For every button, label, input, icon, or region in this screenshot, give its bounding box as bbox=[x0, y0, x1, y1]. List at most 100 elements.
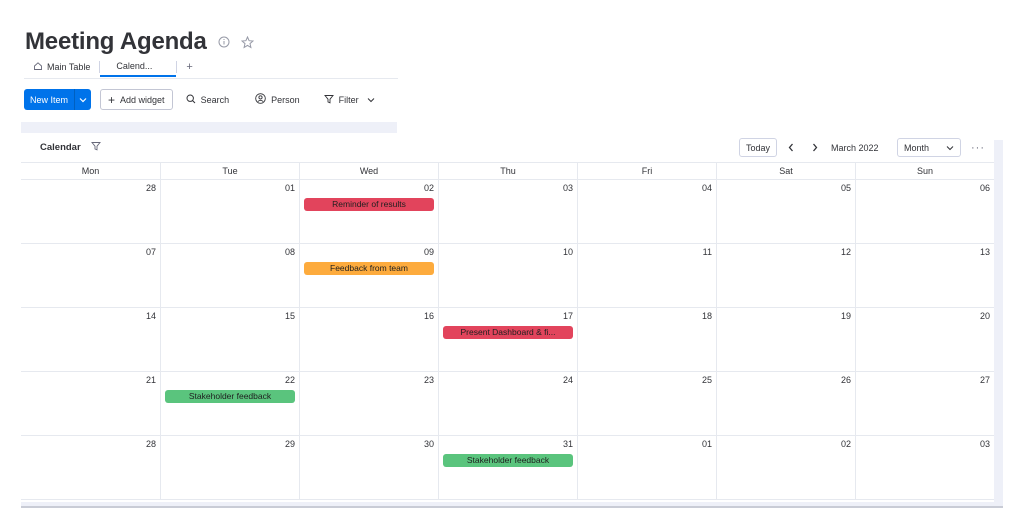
horizontal-scrollbar[interactable] bbox=[21, 502, 1003, 508]
day-number: 03 bbox=[562, 183, 573, 193]
person-label: Person bbox=[271, 94, 300, 105]
calendar-day-cell[interactable]: 04 bbox=[577, 180, 716, 244]
day-number: 06 bbox=[979, 183, 990, 193]
filter-label: Filter bbox=[338, 94, 359, 105]
calendar-day-cell[interactable]: 01 bbox=[577, 436, 716, 500]
day-number: 10 bbox=[562, 247, 573, 257]
calendar-day-cell[interactable]: 14 bbox=[21, 308, 160, 372]
calendar-day-cell[interactable]: 05 bbox=[716, 180, 855, 244]
calendar-day-cell[interactable]: 28 bbox=[21, 436, 160, 500]
calendar-weeks: 28 01 02 Reminder of results 03 04 05 06 07 08 09 F… bbox=[21, 180, 994, 500]
day-number: 14 bbox=[145, 311, 156, 321]
calendar-day-cell[interactable]: 20 bbox=[855, 308, 994, 372]
day-number: 28 bbox=[145, 183, 156, 193]
calendar-day-cell[interactable]: 25 bbox=[577, 372, 716, 436]
day-number: 09 bbox=[423, 247, 434, 257]
calendar-event[interactable]: Present Dashboard & fi... bbox=[443, 326, 573, 339]
weekday-header-row: Mon Tue Wed Thu Fri Sat Sun bbox=[21, 162, 994, 180]
chevron-left-icon[interactable] bbox=[781, 138, 801, 157]
chevron-right-icon[interactable] bbox=[805, 138, 825, 157]
calendar-day-cell[interactable]: 03 bbox=[438, 180, 577, 244]
board-title[interactable]: Meeting Agenda bbox=[25, 28, 207, 56]
search-button[interactable]: Search bbox=[179, 89, 237, 110]
calendar-day-cell[interactable]: 23 bbox=[299, 372, 438, 436]
calendar-day-cell[interactable]: 18 bbox=[577, 308, 716, 372]
calendar-day-cell[interactable]: 28 bbox=[21, 180, 160, 244]
chevron-down-icon bbox=[946, 143, 954, 153]
view-mode-select[interactable]: Month bbox=[897, 138, 961, 157]
day-number: 26 bbox=[840, 375, 851, 385]
add-view-button[interactable]: + bbox=[177, 57, 201, 77]
board-header: Meeting Agenda bbox=[25, 28, 255, 56]
calendar-title: Calendar bbox=[40, 142, 81, 153]
calendar-day-cell[interactable]: 09 Feedback from team bbox=[299, 244, 438, 308]
view-tabs: Main Table Calend... + bbox=[24, 57, 398, 79]
calendar-day-cell[interactable]: 02 bbox=[716, 436, 855, 500]
home-icon bbox=[33, 61, 43, 73]
star-icon[interactable] bbox=[241, 35, 255, 49]
new-item-label[interactable]: New Item bbox=[24, 89, 74, 110]
day-number: 20 bbox=[979, 311, 990, 321]
calendar-day-cell[interactable]: 12 bbox=[716, 244, 855, 308]
filter-button[interactable]: Filter bbox=[317, 89, 382, 110]
calendar-day-cell[interactable]: 24 bbox=[438, 372, 577, 436]
day-number: 23 bbox=[423, 375, 434, 385]
day-number: 24 bbox=[562, 375, 573, 385]
person-icon bbox=[255, 93, 266, 106]
calendar-event[interactable]: Stakeholder feedback bbox=[443, 454, 573, 467]
weekday-header: Mon bbox=[81, 166, 100, 176]
calendar-event[interactable]: Stakeholder feedback bbox=[165, 390, 295, 403]
calendar-day-cell[interactable]: 27 bbox=[855, 372, 994, 436]
calendar-day-cell[interactable]: 16 bbox=[299, 308, 438, 372]
calendar-day-cell[interactable]: 29 bbox=[160, 436, 299, 500]
vertical-scrollbar[interactable] bbox=[994, 140, 1003, 508]
plus-icon: + bbox=[108, 92, 116, 107]
weekday-header: Sun bbox=[855, 163, 994, 180]
day-number: 15 bbox=[284, 311, 295, 321]
tab-main-table[interactable]: Main Table bbox=[24, 57, 99, 77]
person-filter-button[interactable]: Person bbox=[248, 89, 307, 110]
day-number: 02 bbox=[840, 439, 851, 449]
calendar-day-cell[interactable]: 17 Present Dashboard & fi... bbox=[438, 308, 577, 372]
calendar-day-cell[interactable]: 08 bbox=[160, 244, 299, 308]
info-circle-icon[interactable] bbox=[217, 35, 231, 49]
day-number: 21 bbox=[145, 375, 156, 385]
calendar-event[interactable]: Reminder of results bbox=[304, 198, 434, 211]
view-mode-value: Month bbox=[904, 142, 930, 153]
more-options-icon[interactable]: ··· bbox=[971, 142, 985, 154]
day-number: 12 bbox=[840, 247, 851, 257]
calendar-day-cell[interactable]: 11 bbox=[577, 244, 716, 308]
calendar-day-cell[interactable]: 02 Reminder of results bbox=[299, 180, 438, 244]
day-number: 27 bbox=[979, 375, 990, 385]
calendar-day-cell[interactable]: 13 bbox=[855, 244, 994, 308]
calendar-day-cell[interactable]: 21 bbox=[21, 372, 160, 436]
calendar-day-cell[interactable]: 30 bbox=[299, 436, 438, 500]
calendar-day-cell[interactable]: 01 bbox=[160, 180, 299, 244]
day-number: 13 bbox=[979, 247, 990, 257]
calendar-event[interactable]: Feedback from team bbox=[304, 262, 434, 275]
calendar-day-cell[interactable]: 06 bbox=[855, 180, 994, 244]
weekday-header: Fri bbox=[577, 163, 716, 180]
calendar-day-cell[interactable]: 31 Stakeholder feedback bbox=[438, 436, 577, 500]
calendar-navigation: Today March 2022 Month ··· bbox=[738, 138, 985, 157]
tab-calendar[interactable]: Calend... bbox=[100, 57, 177, 77]
calendar-day-cell[interactable]: 07 bbox=[21, 244, 160, 308]
calendar-day-cell[interactable]: 19 bbox=[716, 308, 855, 372]
chevron-down-icon[interactable] bbox=[74, 89, 91, 110]
day-number: 07 bbox=[145, 247, 156, 257]
calendar-day-cell[interactable]: 10 bbox=[438, 244, 577, 308]
day-number: 08 bbox=[284, 247, 295, 257]
new-item-button[interactable]: New Item bbox=[24, 89, 92, 110]
today-button[interactable]: Today bbox=[738, 138, 777, 157]
current-month-label: March 2022 bbox=[831, 142, 879, 153]
calendar-day-cell[interactable]: 15 bbox=[160, 308, 299, 372]
day-number: 29 bbox=[284, 439, 295, 449]
search-icon bbox=[186, 93, 196, 106]
calendar-day-cell[interactable]: 26 bbox=[716, 372, 855, 436]
filter-icon[interactable] bbox=[90, 141, 101, 154]
day-number: 31 bbox=[562, 439, 573, 449]
calendar-day-cell[interactable]: 03 bbox=[855, 436, 994, 500]
calendar-header: Calendar Today March 2022 Month ··· bbox=[21, 138, 1003, 158]
calendar-day-cell[interactable]: 22 Stakeholder feedback bbox=[160, 372, 299, 436]
add-widget-button[interactable]: + Add widget bbox=[100, 89, 173, 110]
